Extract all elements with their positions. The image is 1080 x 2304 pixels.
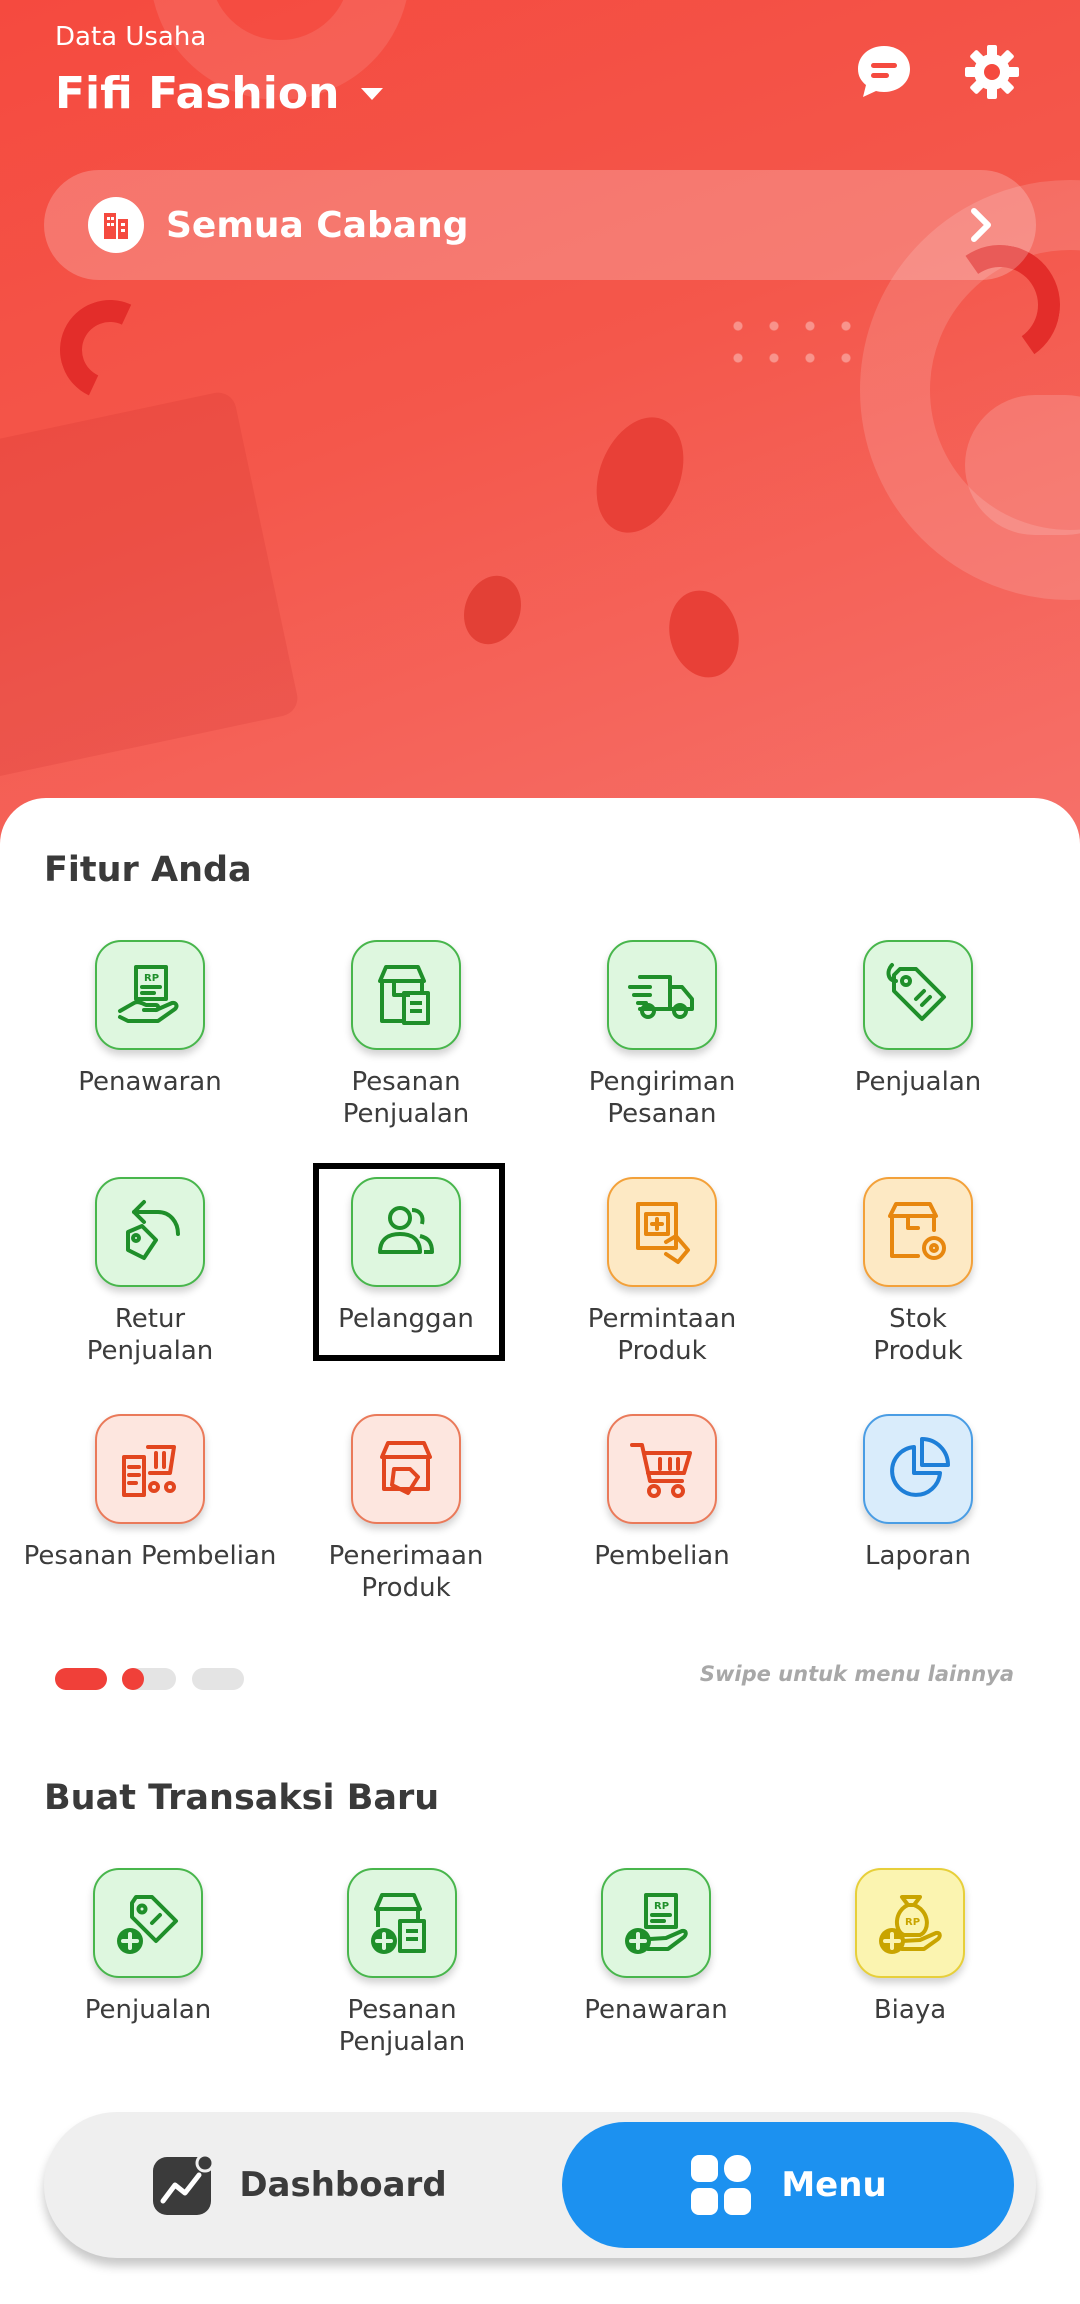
decor-coin (659, 582, 749, 686)
tile (863, 940, 973, 1050)
feature-pengiriman-pesanan[interactable]: Pengiriman Pesanan (534, 940, 790, 1130)
page-indicator (192, 1668, 244, 1690)
feature-pesanan-pembelian[interactable]: Pesanan Pembelian (22, 1414, 278, 1572)
decor-box (0, 389, 301, 781)
shopping-cart-icon (630, 1443, 692, 1498)
chat-button[interactable] (854, 42, 914, 102)
svg-text:RP: RP (144, 973, 159, 984)
tile (863, 1177, 973, 1287)
sales-order-icon (378, 965, 430, 1025)
menu-grid-icon (691, 2155, 752, 2215)
caret-down-icon (361, 87, 384, 100)
business-name: Fifi Fashion (55, 68, 340, 119)
delivery-truck-icon (628, 975, 694, 1019)
feature-label: Laporan (865, 1541, 971, 1571)
feature-permintaan-produk[interactable]: Permintaan Produk (534, 1177, 790, 1367)
tile (347, 1868, 457, 1978)
feature-laporan[interactable]: Laporan (790, 1414, 1046, 1572)
dashboard-chart-icon (153, 2153, 215, 2215)
page-indicator (122, 1668, 176, 1690)
feature-penjualan[interactable]: Penjualan (790, 940, 1046, 1098)
feature-label: Penawaran (78, 1067, 222, 1097)
new-penjualan-button[interactable]: Penjualan (20, 1868, 276, 2026)
tile (351, 940, 461, 1050)
tile (351, 1177, 461, 1287)
tile (607, 940, 717, 1050)
add-sale-tag-icon (117, 1895, 178, 1954)
tile (863, 1414, 973, 1524)
feature-label: Permintaan Produk (587, 1304, 737, 1366)
tile (607, 1177, 717, 1287)
nav-menu-label: Menu (781, 2165, 887, 2205)
svg-text:RP: RP (905, 1917, 920, 1928)
nav-dashboard-label: Dashboard (239, 2165, 447, 2205)
feature-stok-produk[interactable]: Stok Produk (790, 1177, 1046, 1367)
decor-coin (454, 567, 531, 653)
feature-label: Pembelian (594, 1541, 730, 1571)
decor-dots (720, 310, 870, 370)
nav-menu[interactable]: Menu (562, 2122, 1014, 2248)
feature-label: Retur Penjualan (86, 1304, 214, 1366)
feature-label: Penjualan (854, 1067, 982, 1097)
purchase-order-cart-icon (122, 1445, 176, 1497)
features-title: Fitur Anda (44, 850, 252, 890)
feature-label: Stok Produk (873, 1304, 963, 1366)
tile: RP (95, 940, 205, 1050)
return-tag-icon (126, 1200, 180, 1260)
stock-box-icon (888, 1202, 946, 1260)
add-quotation-icon: RP (625, 1893, 688, 1954)
building-icon (88, 197, 144, 253)
page-indicator-active (55, 1668, 107, 1690)
feature-pesanan-penjualan[interactable]: Pesanan Penjualan (278, 940, 534, 1130)
svg-text:RP: RP (654, 1901, 669, 1912)
swipe-hint: Swipe untuk menu lainnya (699, 1662, 1014, 1686)
feature-pelanggan[interactable]: Pelanggan (278, 1177, 534, 1335)
header-banner: Data Usaha Fifi Fashion Semua Cabang (0, 0, 1080, 860)
settings-button[interactable] (962, 42, 1022, 102)
tile (607, 1414, 717, 1524)
tile: RP (601, 1868, 711, 1978)
add-sales-order-icon (371, 1893, 426, 1954)
product-request-icon (636, 1202, 690, 1264)
business-switcher[interactable]: Fifi Fashion (55, 68, 384, 119)
product-receipt-icon (380, 1441, 432, 1495)
new-penawaran-button[interactable]: RP Penawaran (528, 1868, 784, 2026)
tile: RP (855, 1868, 965, 1978)
feature-penerimaan-produk[interactable]: Penerimaan Produk (278, 1414, 534, 1604)
bottom-navigation: Dashboard Menu (44, 2112, 1036, 2258)
gear-icon (965, 45, 1019, 99)
feature-retur-penjualan[interactable]: Retur Penjualan (22, 1177, 278, 1367)
tile (95, 1177, 205, 1287)
transaction-label: Biaya (873, 1995, 947, 2025)
feature-label: Pengiriman Pesanan (588, 1067, 736, 1129)
branch-label: Semua Cabang (166, 204, 469, 246)
transaction-label: Penjualan (84, 1995, 212, 2025)
tile (93, 1868, 203, 1978)
feature-penawaran[interactable]: RP Penawaran (22, 940, 278, 1098)
branch-selector[interactable]: Semua Cabang (44, 170, 1036, 280)
chat-icon (858, 46, 910, 97)
pie-chart-icon (890, 1437, 950, 1497)
receipt-hand-icon: RP (118, 965, 179, 1023)
transaction-label: Penawaran (584, 1995, 728, 2025)
feature-label: Pesanan Pembelian (23, 1541, 277, 1571)
nav-dashboard[interactable]: Dashboard (44, 2112, 554, 2258)
feature-pembelian[interactable]: Pembelian (534, 1414, 790, 1572)
feature-label: Pelanggan (338, 1304, 474, 1334)
business-label: Data Usaha (55, 22, 207, 52)
price-tag-icon (886, 963, 946, 1021)
transaction-label: Pesanan Penjualan (338, 1995, 466, 2057)
add-expense-bag-icon: RP (879, 1895, 942, 1954)
decor-arc (45, 285, 175, 415)
feature-label: Pesanan Penjualan (342, 1067, 470, 1129)
transactions-title: Buat Transaksi Baru (44, 1778, 440, 1818)
customers-icon (378, 1206, 434, 1254)
feature-label: Penerimaan Produk (328, 1541, 484, 1603)
tile (351, 1414, 461, 1524)
decor-coin (580, 404, 700, 546)
chevron-right-icon (971, 208, 991, 242)
tile (95, 1414, 205, 1524)
new-pesanan-penjualan-button[interactable]: Pesanan Penjualan (274, 1868, 530, 2058)
new-biaya-button[interactable]: RP Biaya (782, 1868, 1038, 2026)
